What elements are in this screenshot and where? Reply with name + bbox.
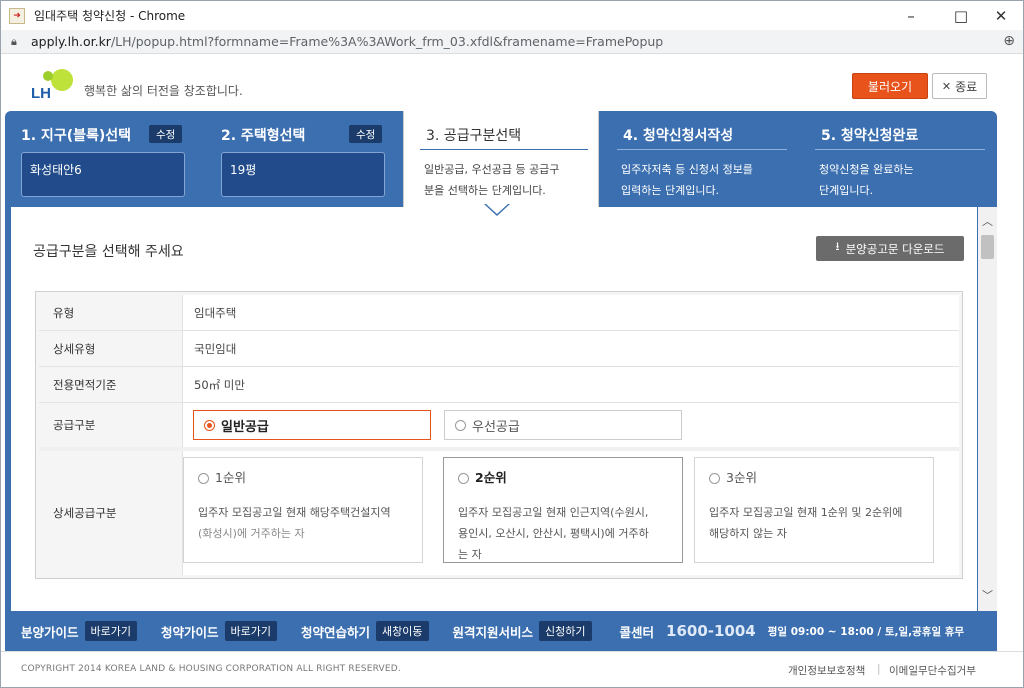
section-title: 공급구분을 선택해 주세요 — [33, 244, 184, 260]
step-title: 5. 청약신청완료 — [821, 128, 919, 144]
priority-supply-radio[interactable]: 우선공급 — [444, 410, 682, 440]
download-notice-button[interactable]: ⭳ 분양공고문 다운로드 — [816, 236, 964, 261]
download-label: 분양공고문 다운로드 — [845, 241, 945, 256]
row-label: 유형 — [39, 295, 183, 330]
scroll-thumb[interactable] — [981, 235, 994, 259]
row-label: 상세공급구분 — [39, 451, 183, 575]
row-label: 상세유형 — [39, 331, 183, 366]
radio-unchecked-icon — [455, 419, 466, 431]
supply-form-table: 유형 임대주택 상세유형 국민임대 전용면적기준 50㎡ 미만 공급구분 일반공… — [35, 291, 963, 579]
detail-supply-row: 상세공급구분 1순위 입주자 모집공고일 현재 해당주택건설지역 (화성시)에 거… — [39, 451, 959, 575]
table-row: 유형 임대주택 — [39, 295, 959, 331]
row-value: 국민임대 — [194, 341, 237, 356]
main-content: 공급구분을 선택해 주세요 ⭳ 분양공고문 다운로드 유형 임대주택 상세유형 국… — [11, 207, 977, 611]
step-title: 2. 주택형선택 — [221, 128, 306, 144]
rank-3-option[interactable]: 3순위 입주자 모집공고일 현재 1순위 및 2순위에 해당하지 않는 자 — [694, 457, 934, 563]
step-desc: 입주자저축 등 신청서 정보를 입력하는 단계입니다. — [621, 163, 753, 197]
row-value: 50㎡ 미만 — [194, 377, 245, 392]
call-center-number: 1600-1004 — [666, 622, 756, 640]
step-1-value: 화성태안6 — [21, 152, 185, 197]
step-5: 5. 청약신청완료 청약신청을 완료하는 단계입니다. — [799, 111, 995, 207]
rank-title: 1순위 — [198, 467, 246, 486]
table-row: 상세유형 국민임대 — [39, 331, 959, 367]
download-icon: ⭳ — [835, 239, 840, 253]
page-favicon-icon: ➜ — [9, 7, 25, 24]
exit-button-label: 종료 — [955, 79, 978, 94]
rank-2-option[interactable]: 2순위 입주자 모집공고일 현재 인근지역(수원시, 용인시, 오산시, 안산시,… — [443, 457, 683, 563]
supply-type-row: 공급구분 일반공급 우선공급 — [39, 403, 959, 451]
general-supply-radio[interactable]: 일반공급 — [193, 410, 431, 440]
lock-icon: 🔒︎ — [11, 34, 17, 48]
radio-label: 우선공급 — [472, 419, 520, 435]
copyright-bar: COPYRIGHT 2014 KOREA LAND & HOUSING CORP… — [1, 651, 1023, 687]
row-value: 임대주택 — [194, 305, 237, 320]
table-row: 전용면적기준 50㎡ 미만 — [39, 367, 959, 403]
footer-label: 청약연습하기 — [301, 624, 371, 640]
call-center-hours: 평일 09:00 ~ 18:00 / 토,일,공휴일 휴무 — [767, 625, 965, 638]
rank-options: 1순위 입주자 모집공고일 현재 해당주택건설지역 (화성시)에 거주하는 자 2… — [183, 451, 959, 575]
logo-text: LH — [31, 85, 51, 102]
title-bar: ➜ 임대주택 청약신청 - Chrome – □ ✕ — [1, 1, 1023, 30]
content-scrollbar[interactable]: ︿ ﹀ — [977, 207, 997, 611]
step-desc: 일반공급, 우선공급 등 공급구 분을 선택하는 단계입니다. — [424, 163, 560, 197]
radio-checked-icon — [204, 419, 215, 431]
lh-logo: LH — [31, 67, 77, 103]
rank-title: 3순위 — [709, 467, 757, 486]
footer-label: 청약가이드 — [161, 624, 219, 640]
step-1: 1. 지구(블록)선택 수정 화성태안6 — [5, 111, 203, 207]
slogan: 행복한 삶의 터전을 창조합니다. — [84, 84, 243, 98]
close-window-button[interactable]: ✕ — [979, 1, 1023, 30]
supply-options: 일반공급 우선공급 — [183, 403, 959, 447]
rank-title: 2순위 — [458, 467, 507, 486]
apply-guide-link[interactable]: 바로가기 — [224, 621, 277, 641]
close-x-icon: ✕ — [941, 79, 952, 93]
load-button[interactable]: 불러오기 — [852, 73, 928, 99]
step-title: 1. 지구(블록)선택 — [21, 128, 132, 144]
scroll-down-icon[interactable]: ﹀ — [982, 587, 993, 603]
step-title: 4. 청약신청서작성 — [623, 128, 734, 144]
divider: | — [877, 663, 881, 675]
copyright-text: COPYRIGHT 2014 KOREA LAND & HOUSING CORP… — [21, 664, 401, 674]
practice-link[interactable]: 새창이동 — [376, 621, 429, 641]
sales-guide-link[interactable]: 바로가기 — [84, 621, 137, 641]
url-host: apply.lh.or.kr — [31, 34, 111, 49]
page-header: LH 행복한 삶의 터전을 창조합니다. 불러오기 ✕ 종료 — [1, 55, 1023, 111]
row-label: 공급구분 — [39, 403, 183, 447]
maximize-button[interactable]: □ — [939, 1, 983, 30]
footer-label: 분양가이드 — [21, 624, 79, 640]
email-refusal-link[interactable]: 이메일무단수집거부 — [889, 663, 976, 678]
privacy-policy-link[interactable]: 개인정보보호정책 — [788, 663, 865, 678]
url-path: /LH/popup.html?formname=Frame%3A%3AWork_… — [110, 34, 664, 49]
scroll-up-icon[interactable]: ︿ — [982, 213, 993, 229]
rank-1-option[interactable]: 1순위 입주자 모집공고일 현재 해당주택건설지역 (화성시)에 거주하는 자 — [183, 457, 423, 563]
row-label: 전용면적기준 — [39, 367, 183, 402]
step-desc: 청약신청을 완료하는 단계입니다. — [819, 163, 914, 197]
rank-desc: 입주자 모집공고일 현재 1순위 및 2순위에 해당하지 않는 자 — [709, 506, 903, 540]
remote-support-link[interactable]: 신청하기 — [539, 621, 592, 641]
step-2-edit-button[interactable]: 수정 — [349, 125, 383, 143]
radio-unchecked-icon — [709, 473, 720, 484]
step-4: 4. 청약신청서작성 입주자저축 등 신청서 정보를 입력하는 단계입니다. — [601, 111, 797, 207]
radio-unchecked-icon — [458, 473, 469, 484]
footer-label: 원격지원서비스 — [452, 624, 534, 640]
zoom-icon[interactable]: ⊕ — [1003, 33, 1015, 49]
call-center-label: 콜센터 — [619, 624, 655, 640]
exit-button[interactable]: ✕ 종료 — [932, 73, 987, 99]
step-3-active: 3. 공급구분선택 일반공급, 우선공급 등 공급구 분을 선택하는 단계입니다. — [403, 111, 599, 207]
browser-window: ➜ 임대주택 청약신청 - Chrome – □ ✕ 🔒︎ apply.lh.o… — [0, 0, 1024, 688]
step-navigator: 1. 지구(블록)선택 수정 화성태안6 2. 주택형선택 수정 19평 3. … — [5, 111, 997, 207]
url-text[interactable]: apply.lh.or.kr/LH/popup.html?formname=Fr… — [31, 34, 663, 49]
rank-desc: 입주자 모집공고일 현재 인근지역(수원시, 용인시, 오산시, 안산시, 평택시… — [458, 506, 649, 561]
footer-bar: 분양가이드 바로가기 청약가이드 바로가기 청약연습하기 새창이동 원격지원서비… — [5, 611, 997, 651]
address-bar[interactable]: 🔒︎ apply.lh.or.kr/LH/popup.html?formname… — [1, 30, 1023, 54]
minimize-button[interactable]: – — [889, 1, 933, 30]
radio-label: 일반공급 — [221, 419, 269, 435]
step-2: 2. 주택형선택 수정 19평 — [205, 111, 403, 207]
rank-desc: 입주자 모집공고일 현재 해당주택건설지역 (화성시)에 거주하는 자 — [198, 506, 391, 540]
radio-unchecked-icon — [198, 473, 209, 484]
step-title: 3. 공급구분선택 — [426, 128, 522, 144]
step-2-value: 19평 — [221, 152, 385, 197]
window-title: 임대주택 청약신청 - Chrome — [34, 9, 186, 23]
step-1-edit-button[interactable]: 수정 — [149, 125, 183, 143]
